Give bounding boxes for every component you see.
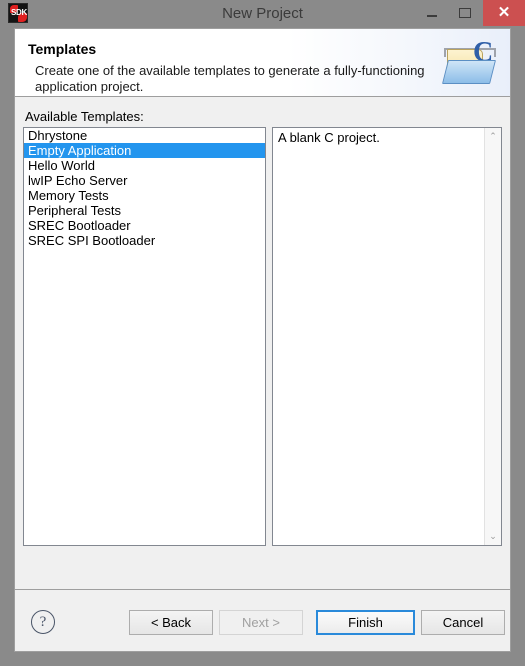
new-project-dialog-window: SDK New Project ✕ Templates Create one o… [0,0,525,666]
minimize-icon [427,15,437,17]
template-description-text: A blank C project. [278,130,380,145]
footer-separator [15,589,510,590]
list-item[interactable]: Peripheral Tests [24,203,265,218]
folder-rail-left [444,48,446,57]
next-button: Next > [219,610,303,635]
maximize-icon [459,8,471,18]
cancel-button[interactable]: Cancel [421,610,505,635]
list-item[interactable]: Hello World [24,158,265,173]
close-icon: ✕ [497,4,511,21]
page-description: Create one of the available templates to… [35,63,425,94]
folder-rail-right [494,48,496,57]
dialog-header: Templates Create one of the available te… [15,29,510,97]
list-item[interactable]: Empty Application [24,143,265,158]
help-button[interactable]: ? [31,610,55,634]
list-item[interactable]: Dhrystone [24,128,265,143]
folder-front [442,60,496,84]
list-item[interactable]: SREC Bootloader [24,218,265,233]
c-project-folder-icon: C [442,37,503,89]
list-item[interactable]: SREC SPI Bootloader [24,233,265,248]
list-item[interactable]: Memory Tests [24,188,265,203]
page-title: Templates [28,41,97,57]
scroll-down-icon[interactable]: ⌄ [485,528,501,545]
scroll-up-icon[interactable]: ⌃ [485,128,501,145]
title-bar: SDK New Project ✕ [0,0,525,28]
templates-listbox[interactable]: Dhrystone Empty Application Hello World lwI… [23,127,266,546]
description-scrollbar[interactable]: ⌃ ⌄ [484,128,501,545]
back-button[interactable]: < Back [129,610,213,635]
minimize-button[interactable] [417,0,447,26]
dialog-body: Templates Create one of the available te… [14,28,511,652]
list-item[interactable]: lwIP Echo Server [24,173,265,188]
maximize-button[interactable] [450,0,480,26]
available-templates-label: Available Templates: [25,109,144,124]
finish-button[interactable]: Finish [316,610,415,635]
template-description-panel: A blank C project. ⌃ ⌄ [272,127,502,546]
close-button[interactable]: ✕ [483,0,525,26]
